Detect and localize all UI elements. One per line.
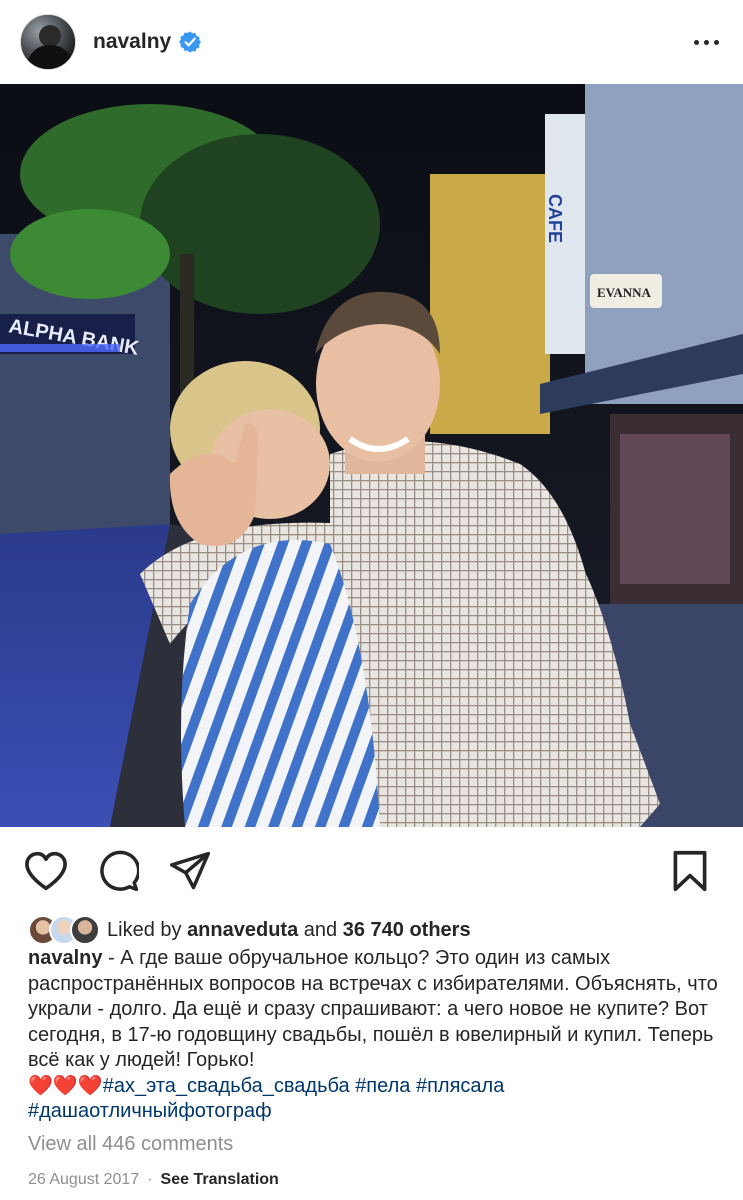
heart-outline-icon <box>25 851 67 891</box>
likes-text[interactable]: Liked by annaveduta and 36 740 others <box>107 919 471 942</box>
share-button[interactable] <box>168 849 212 893</box>
hashtag[interactable]: #пела <box>355 1075 410 1097</box>
comment-button[interactable] <box>96 849 140 893</box>
caption-text: - А где ваше обручальное кольцо? Это оди… <box>28 947 718 1071</box>
hashtag[interactable]: #дашаотличныйфотограф <box>28 1100 272 1122</box>
paper-plane-icon <box>170 851 210 890</box>
see-translation-link[interactable]: See Translation <box>161 1171 279 1189</box>
photo-illustration: ALPHA BANK CAFE EVANNA <box>0 84 743 827</box>
post-photo[interactable]: ALPHA BANK CAFE EVANNA <box>0 84 743 827</box>
comment-bubble-icon <box>100 850 139 892</box>
shop-sign: EVANNA <box>597 285 652 300</box>
post-footer: 26 August 2017 · See Translation <box>28 1171 279 1189</box>
cafe-sign: CAFE <box>545 194 565 243</box>
verified-badge-icon <box>179 31 202 53</box>
avatar[interactable] <box>20 14 76 70</box>
post-caption: navalny - А где ваше обручальное кольцо?… <box>28 946 718 1125</box>
likes-count[interactable]: 36 740 others <box>343 919 471 941</box>
likes-row: Liked by annaveduta and 36 740 others <box>28 912 471 948</box>
post-date: 26 August 2017 <box>28 1171 140 1188</box>
liker-username[interactable]: annaveduta <box>187 919 298 941</box>
post-header: navalny <box>0 0 743 84</box>
more-options-button[interactable] <box>694 32 719 53</box>
view-comments-link[interactable]: View all 446 comments <box>28 1133 233 1156</box>
liker-avatar <box>70 915 100 945</box>
hearts-emoji: ❤️❤️❤️ <box>28 1074 103 1097</box>
post-username[interactable]: navalny <box>93 30 171 54</box>
hashtag[interactable]: #плясала <box>416 1075 504 1097</box>
more-dots-icon <box>694 39 699 45</box>
action-bar <box>0 827 743 912</box>
save-button[interactable] <box>668 849 712 893</box>
bookmark-icon <box>673 850 707 892</box>
separator-dot: · <box>147 1171 153 1188</box>
like-button[interactable] <box>24 849 68 893</box>
hashtag[interactable]: #ах_эта_свадьба_свадьба <box>103 1075 350 1097</box>
caption-username[interactable]: navalny <box>28 947 102 969</box>
